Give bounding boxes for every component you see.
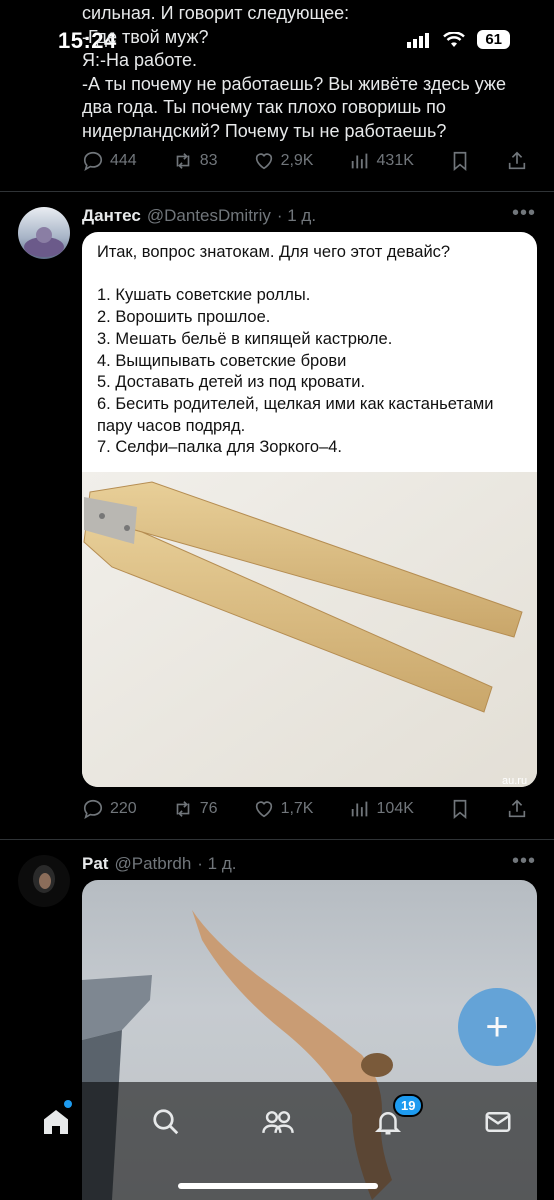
views-icon bbox=[351, 153, 367, 169]
views-button[interactable]: 104K bbox=[349, 798, 414, 820]
home-icon bbox=[44, 1110, 68, 1134]
tab-messages[interactable] bbox=[478, 1102, 518, 1142]
reply-button[interactable]: 444 bbox=[82, 150, 137, 172]
like-icon bbox=[255, 801, 272, 818]
like-button[interactable]: 1,7K bbox=[253, 798, 314, 820]
watermark: au.ru bbox=[502, 775, 527, 787]
text-line: -Где твой муж? bbox=[82, 26, 209, 47]
prev-tweet-text: сильная. И говорит следующее: -Где твой … bbox=[82, 2, 532, 143]
text-line: 3. Мешать бельё в кипящей кастрюле. bbox=[97, 329, 393, 348]
text-line: нидерландский? Почему ты не работаешь? bbox=[82, 120, 447, 141]
reply-count: 444 bbox=[110, 152, 137, 169]
text-line: 6. Бесить родителей, щелкая ими как каст… bbox=[97, 394, 494, 413]
author-handle[interactable]: @Patbrdh bbox=[114, 854, 191, 874]
like-button[interactable]: 2,9K bbox=[253, 150, 314, 172]
views-count: 431K bbox=[376, 152, 414, 169]
like-count: 1,7K bbox=[280, 800, 314, 817]
text-line: 5. Доставать детей из под кровати. bbox=[97, 373, 366, 392]
text-line: 1. Кушать советские роллы. bbox=[97, 286, 311, 305]
reply-count: 220 bbox=[110, 800, 137, 817]
avatar[interactable] bbox=[18, 855, 70, 907]
home-dot bbox=[64, 1100, 72, 1108]
repost-icon bbox=[176, 801, 190, 817]
tweet-actions: 220 76 1,7K 104K bbox=[82, 798, 528, 820]
tweet-header: Pat @Patbrdh · 1 д. bbox=[82, 854, 237, 874]
share-icon bbox=[508, 151, 526, 170]
text-line: 2. Ворошить прошлое. bbox=[97, 308, 271, 327]
tab-communities[interactable] bbox=[258, 1102, 298, 1142]
author-handle[interactable]: @DantesDmitriy bbox=[147, 206, 271, 226]
tweet-time: · 1 д. bbox=[197, 854, 237, 873]
like-icon bbox=[255, 153, 272, 170]
tweet-media[interactable]: Итак, вопрос знатокам. Для чего этот дев… bbox=[82, 232, 537, 787]
bookmark-icon bbox=[453, 799, 467, 820]
reply-button[interactable]: 220 bbox=[82, 798, 137, 820]
tweet-header: Дантес @DantesDmitriy · 1 д. bbox=[82, 206, 316, 226]
text-line: Итак, вопрос знатокам. Для чего этот дев… bbox=[97, 243, 451, 261]
views-icon bbox=[351, 801, 367, 817]
repost-icon bbox=[176, 153, 190, 169]
views-button[interactable]: 431K bbox=[349, 150, 414, 172]
share-icon bbox=[508, 799, 526, 818]
reply-icon bbox=[83, 799, 103, 819]
notifications-badge: 19 bbox=[393, 1094, 424, 1117]
text-line: пару часов подряд. bbox=[97, 416, 246, 435]
divider bbox=[0, 191, 554, 192]
tab-home[interactable] bbox=[36, 1102, 76, 1142]
author-name[interactable]: Pat bbox=[82, 854, 108, 874]
more-options-button[interactable]: ••• bbox=[512, 850, 536, 873]
reply-icon bbox=[83, 151, 103, 171]
text-line: 4. Выщипывать советские брови bbox=[97, 351, 347, 370]
text-line: сильная. И говорит следующее: bbox=[82, 3, 350, 23]
share-button[interactable] bbox=[506, 798, 528, 820]
bookmark-icon bbox=[453, 151, 467, 172]
communities-icon bbox=[262, 1111, 294, 1134]
text-line: -А ты почему не работаешь? Вы живёте зде… bbox=[82, 73, 506, 94]
author-name[interactable]: Дантес bbox=[82, 206, 141, 226]
compose-icon: + bbox=[485, 1004, 509, 1049]
tab-search[interactable] bbox=[146, 1102, 186, 1142]
home-indicator[interactable] bbox=[178, 1183, 378, 1189]
text-line: Я:-На работе. bbox=[82, 50, 198, 70]
bookmark-button[interactable] bbox=[449, 798, 471, 820]
search-icon bbox=[153, 1109, 179, 1135]
text-line: 7. Селфи–палка для Зоркого–4. bbox=[97, 438, 343, 457]
like-count: 2,9K bbox=[280, 152, 314, 169]
avatar-image bbox=[18, 207, 70, 259]
mail-icon bbox=[485, 1112, 511, 1132]
text-line: два года. Ты почему так плохо говоришь п… bbox=[82, 97, 446, 117]
text-line bbox=[97, 264, 523, 286]
repost-count: 76 bbox=[199, 800, 218, 817]
views-count: 104K bbox=[376, 800, 414, 817]
prev-tweet-actions: 444 83 2,9K 431K bbox=[82, 150, 528, 172]
repost-button[interactable]: 76 bbox=[172, 798, 218, 820]
compose-button[interactable]: + bbox=[458, 988, 536, 1066]
divider bbox=[0, 839, 554, 840]
tweet-time: · 1 д. bbox=[276, 206, 317, 225]
share-button[interactable] bbox=[506, 150, 528, 172]
avatar[interactable] bbox=[18, 207, 70, 259]
repost-button[interactable]: 83 bbox=[172, 150, 218, 172]
avatar-image bbox=[18, 855, 70, 907]
more-options-button[interactable]: ••• bbox=[512, 202, 536, 225]
repost-count: 83 bbox=[199, 152, 218, 169]
bookmark-button[interactable] bbox=[449, 150, 471, 172]
wooden-tongs-photo: au.ru bbox=[82, 472, 537, 787]
media-text: Итак, вопрос знатокам. Для чего этот дев… bbox=[82, 232, 537, 459]
